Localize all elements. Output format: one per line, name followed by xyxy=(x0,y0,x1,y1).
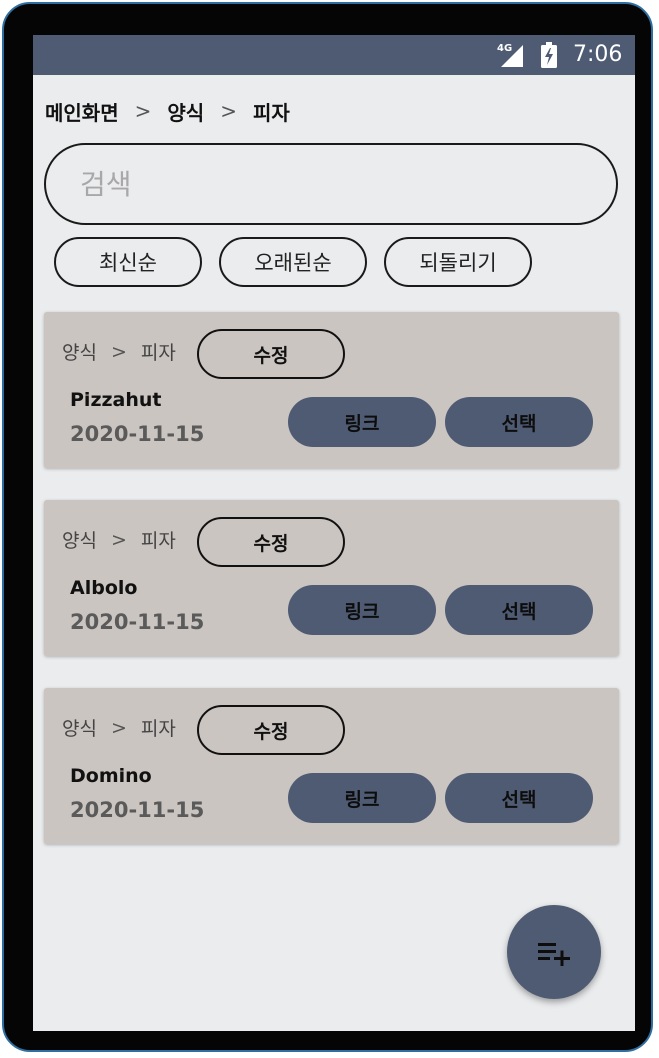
breadcrumb-separator: > xyxy=(134,99,152,123)
playlist-add-icon xyxy=(538,943,570,966)
card-subcategory: 피자 xyxy=(140,530,176,552)
card-breadcrumb: 양식 > 피자 xyxy=(62,526,176,553)
signal-icon xyxy=(501,45,523,67)
restaurant-date: 2020-11-15 xyxy=(70,610,205,634)
restaurant-name: Albolo xyxy=(70,577,138,599)
card-subcategory: 피자 xyxy=(140,342,176,364)
restaurant-date: 2020-11-15 xyxy=(70,798,205,822)
undo-button[interactable]: 되돌리기 xyxy=(384,237,532,287)
breadcrumb-item-current: 피자 xyxy=(252,100,290,125)
breadcrumb-item-home[interactable]: 메인화면 xyxy=(45,97,119,126)
restaurant-name: Domino xyxy=(70,765,152,787)
select-button[interactable]: 선택 xyxy=(445,397,593,447)
app-screen: 4G 7:06 메인화면 > 양식 > 피자 최신순 오래된순 되돌리기 xyxy=(33,35,635,1031)
device-frame: 4G 7:06 메인화면 > 양식 > 피자 최신순 오래된순 되돌리기 xyxy=(2,2,653,1052)
link-button[interactable]: 링크 xyxy=(288,585,436,635)
status-bar: 4G 7:06 xyxy=(33,35,635,75)
clock: 7:06 xyxy=(573,42,623,67)
breadcrumb: 메인화면 > 양식 > 피자 xyxy=(45,97,290,125)
edit-button[interactable]: 수정 xyxy=(197,705,345,755)
card-breadcrumb: 양식 > 피자 xyxy=(62,338,176,365)
select-button[interactable]: 선택 xyxy=(445,585,593,635)
add-item-fab[interactable] xyxy=(507,905,601,999)
edit-button[interactable]: 수정 xyxy=(197,329,345,379)
card-subcategory: 피자 xyxy=(140,718,176,740)
restaurant-name: Pizzahut xyxy=(70,389,162,411)
card-category: 양식 xyxy=(62,530,97,552)
card-category: 양식 xyxy=(62,342,97,364)
search-input[interactable] xyxy=(44,143,618,225)
restaurant-card: 양식 > 피자 수정 Albolo 2020-11-15 링크 선택 xyxy=(44,500,619,656)
card-breadcrumb: 양식 > 피자 xyxy=(62,714,176,741)
battery-charging-icon xyxy=(541,42,557,68)
card-category: 양식 xyxy=(62,718,97,740)
sort-newest-button[interactable]: 최신순 xyxy=(54,237,202,287)
card-breadcrumb-separator: > xyxy=(110,716,127,739)
select-button[interactable]: 선택 xyxy=(445,773,593,823)
card-breadcrumb-separator: > xyxy=(110,340,127,363)
card-breadcrumb-separator: > xyxy=(110,528,127,551)
restaurant-date: 2020-11-15 xyxy=(70,422,205,446)
restaurant-card: 양식 > 피자 수정 Domino 2020-11-15 링크 선택 xyxy=(44,688,619,844)
link-button[interactable]: 링크 xyxy=(288,397,436,447)
breadcrumb-item-category[interactable]: 양식 xyxy=(167,97,204,126)
link-button[interactable]: 링크 xyxy=(288,773,436,823)
restaurant-card: 양식 > 피자 수정 Pizzahut 2020-11-15 링크 선택 xyxy=(44,312,619,468)
edit-button[interactable]: 수정 xyxy=(197,517,345,567)
sort-oldest-button[interactable]: 오래된순 xyxy=(219,237,367,287)
breadcrumb-separator: > xyxy=(220,99,237,123)
